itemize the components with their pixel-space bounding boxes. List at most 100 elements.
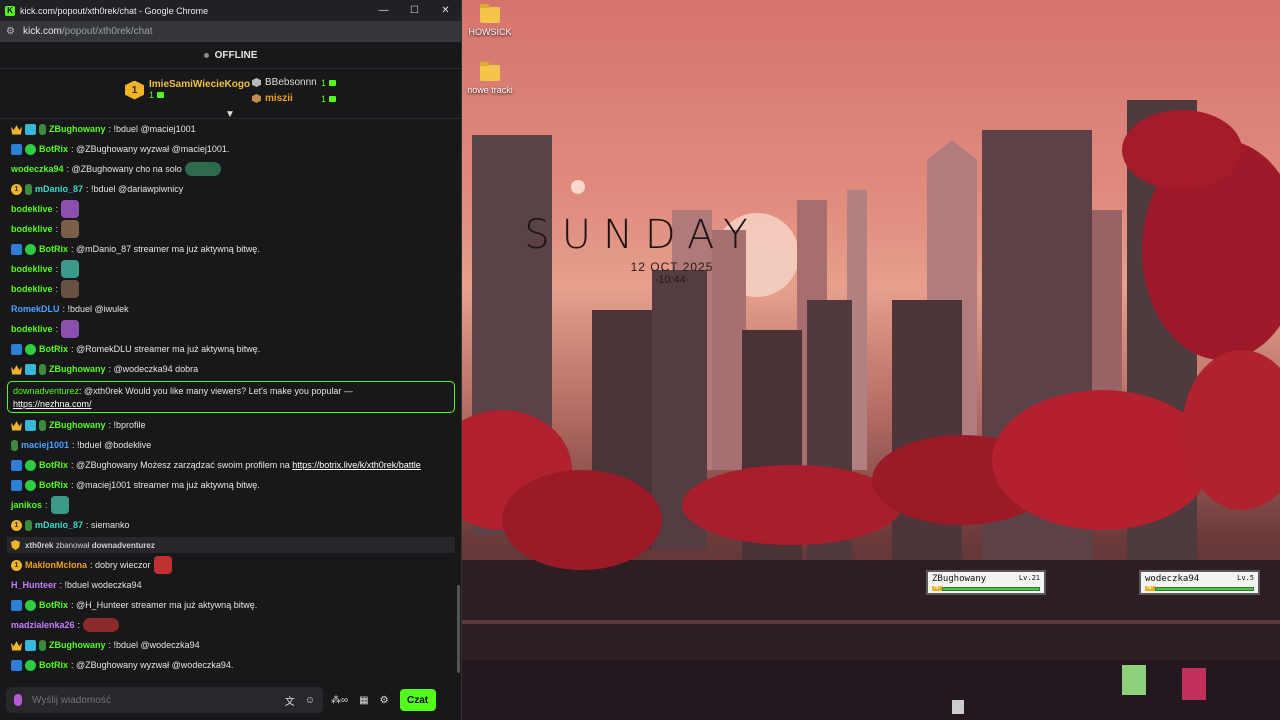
store-icon[interactable]: ▦ (359, 695, 368, 706)
message-username[interactable]: BotRix (39, 244, 68, 254)
bot-badge-icon (11, 479, 22, 491)
clock-day: SUNDAY (524, 212, 760, 258)
message-username[interactable]: MaklonMclona (25, 560, 87, 570)
moderator-shield-icon (11, 540, 20, 550)
emote-icon (184, 162, 221, 176)
kicks-gem-icon (329, 79, 337, 86)
message-username[interactable]: bodeklive (11, 324, 53, 334)
site-info-icon[interactable]: ⚙ (6, 26, 15, 37)
message-username[interactable]: BotRix (39, 460, 68, 470)
chat-message: ZBughowany: !bprofile (0, 415, 462, 435)
battle-player-level: Lv.5 (1237, 574, 1254, 582)
message-username[interactable]: ZBughowany (49, 124, 106, 134)
message-text: : !bduel @iwulek (62, 304, 129, 314)
message-username[interactable]: ZBughowany (49, 640, 106, 650)
message-text: : @RomekDLU streamer ma już aktywną bitw… (71, 344, 261, 354)
chat-message: wodeczka94: @ZBughowany cho na solo (0, 159, 462, 179)
message-username[interactable]: mDanio_87 (35, 184, 83, 194)
message-username[interactable]: madzialenka26 (11, 620, 75, 630)
battle-hp-box-player2: wodeczka94 Lv.5 HP (1139, 570, 1260, 595)
kicks-icon[interactable]: ⁂∞ (331, 695, 348, 706)
verified-badge-icon (25, 243, 36, 255)
message-text: : dobry wieczor (90, 560, 151, 570)
bot-badge-icon (11, 599, 22, 611)
leaderboard-second[interactable]: BBebsonnn 1 (252, 77, 337, 88)
message-username[interactable]: H_Hunteer (11, 580, 57, 590)
bot-badge-icon (11, 243, 22, 255)
kicks-gem-icon (329, 95, 337, 102)
emote-icon (153, 556, 172, 574)
subscriber-badge-icon (25, 519, 32, 531)
leaderboard-third[interactable]: miszii 1 (252, 93, 337, 104)
stream-status-label: OFFLINE (214, 49, 258, 61)
message-username[interactable]: downadventurez (13, 386, 79, 396)
message-username[interactable]: ZBughowany (49, 420, 106, 430)
message-username[interactable]: maciej1001 (21, 440, 69, 450)
message-group: 1 MaklonMclona: dobry wieczor H_Hunteer: !… (0, 555, 462, 675)
desktop-icon-howsick[interactable]: HOWSICK (462, 4, 520, 37)
battle-player-level: Lv.21 (1018, 574, 1040, 582)
window-titlebar[interactable]: K kick.com/popout/xth0rek/chat - Google … (0, 0, 461, 21)
minimize-button[interactable]: — (368, 0, 399, 21)
message-link[interactable]: https://botrix.live/k/xth0rek/battle (292, 460, 421, 470)
message-text: : !bprofile (108, 420, 146, 430)
ban-moderator: xth0rek (25, 540, 54, 550)
message-username[interactable]: BotRix (39, 344, 68, 354)
settings-gear-icon[interactable]: ⚙ (380, 695, 389, 706)
bot-badge-icon (11, 659, 22, 671)
chat-message: 1 mDanio_87: siemanko (0, 515, 462, 535)
hp-bar (942, 586, 1040, 591)
message-username[interactable]: BotRix (39, 600, 68, 610)
chat-message: bodeklive: (0, 219, 462, 239)
address-bar[interactable]: ⚙ kick.com/popout/xth0rek/chat (0, 21, 461, 42)
message-username[interactable]: RomekDLU (11, 304, 60, 314)
city-wallpaper-illustration (462, 100, 1280, 720)
chat-message: BotRix: @mDanio_87 streamer ma już aktyw… (0, 239, 462, 259)
message-username[interactable]: bodeklive (11, 264, 53, 274)
microphone-icon[interactable] (14, 694, 22, 706)
send-chat-button[interactable]: Czat (399, 689, 436, 711)
battle-player-name: ZBughowany (932, 574, 987, 584)
message-text: : (55, 204, 59, 214)
leaderboard-first-count: 1 (149, 90, 155, 100)
message-username[interactable]: BotRix (39, 144, 68, 154)
message-username[interactable]: janikos (11, 500, 42, 510)
desktop-icon-nowe-tracki[interactable]: nowe tracki (462, 62, 520, 95)
message-text: : @H_Hunteer streamer ma już aktywną bit… (71, 600, 258, 610)
battle-player-name: wodeczka94 (1145, 574, 1200, 584)
message-username[interactable]: bodeklive (11, 204, 53, 214)
verified-badge-icon (25, 143, 36, 155)
chat-message: bodeklive: (0, 199, 462, 219)
silver-medal-icon (252, 78, 261, 87)
message-username[interactable]: bodeklive (11, 284, 53, 294)
close-button[interactable]: ✕ (430, 0, 461, 21)
clock-time: -10:44- (654, 274, 690, 286)
leaderboard-first[interactable]: 1 ImieSamiWiecieKogo 1 (125, 79, 250, 101)
bot-badge-icon (11, 459, 22, 471)
message-input[interactable] (32, 694, 275, 706)
message-text: : @wodeczka94 dobra (108, 364, 199, 374)
message-username[interactable]: BotRix (39, 660, 68, 670)
translate-icon[interactable]: 文 (285, 693, 295, 708)
url-host: kick.com (22, 26, 62, 37)
chat-composer: 文 ☺ ⁂∞ ▦ ⚙ Czat (0, 680, 462, 720)
message-username[interactable]: mDanio_87 (35, 520, 83, 530)
maximize-button[interactable]: ☐ (399, 0, 430, 21)
rank-medal-icon: 1 (125, 80, 144, 100)
message-username[interactable]: ZBughowany (49, 364, 106, 374)
crown-badge-icon (11, 421, 22, 431)
message-username[interactable]: wodeczka94 (11, 164, 64, 174)
emoji-icon[interactable]: ☺ (305, 695, 315, 706)
message-text: : @ZBughowany cho na solo (66, 164, 182, 174)
chat-scrollbar[interactable] (457, 585, 460, 673)
message-input-box[interactable]: 文 ☺ (6, 687, 323, 713)
verified-badge-icon (25, 479, 36, 491)
chat-messages[interactable]: ZBughowany: !bduel @maciej1001 BotRix: @Z… (0, 118, 462, 678)
message-link[interactable]: https://nezhna.com/ (13, 399, 92, 409)
message-username[interactable]: bodeklive (11, 224, 53, 234)
message-text: : !bduel @dariawpiwnicy (86, 184, 184, 194)
clock-date: 12 OCT 2025 (630, 260, 714, 274)
message-group: ZBughowany: !bduel @maciej1001 BotRix: @Z… (0, 119, 462, 379)
message-text: : !bduel wodeczka94 (59, 580, 142, 590)
message-username[interactable]: BotRix (39, 480, 68, 490)
